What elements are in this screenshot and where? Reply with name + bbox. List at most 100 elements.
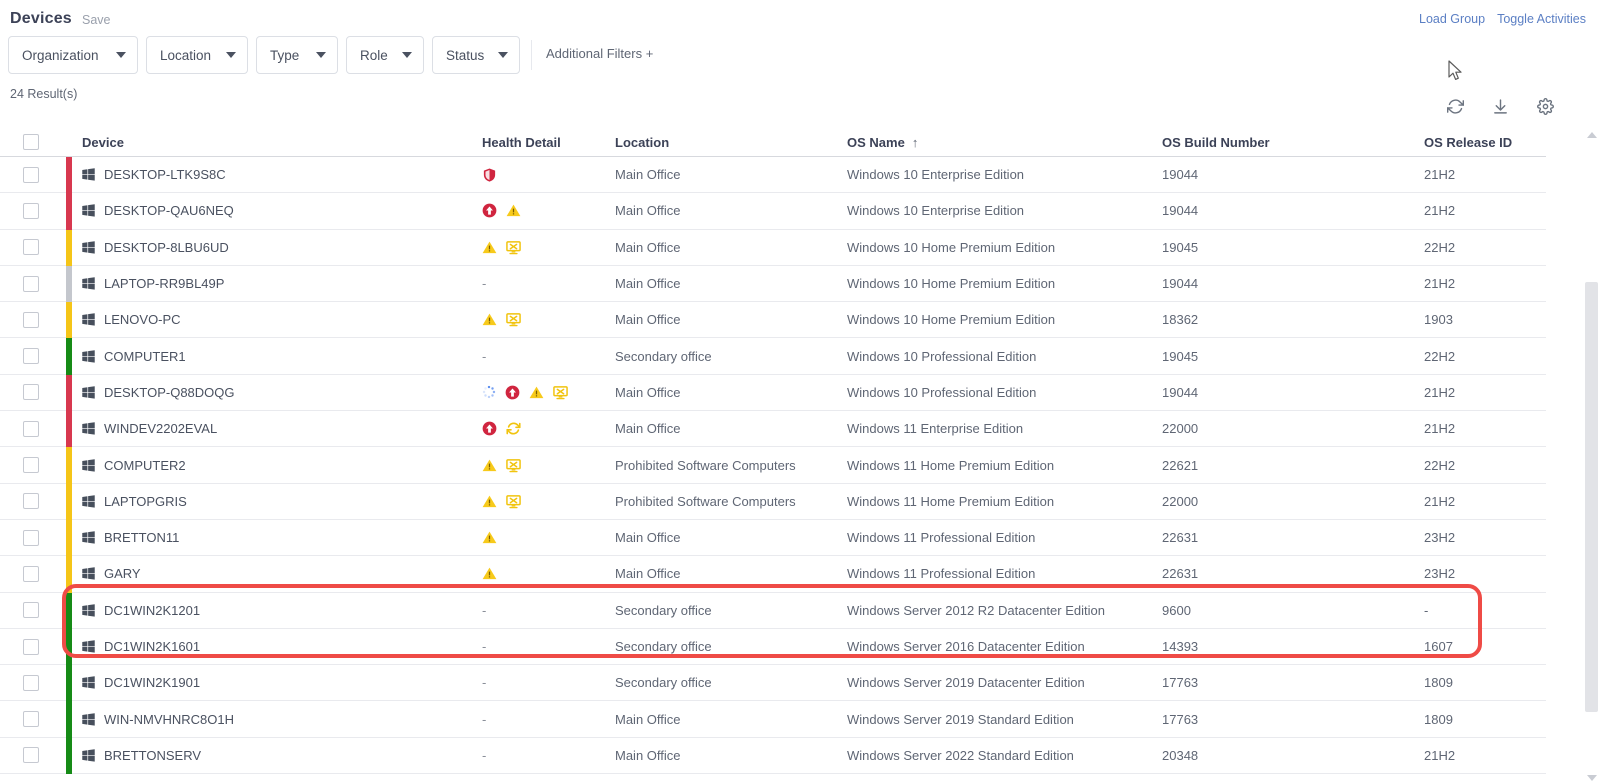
scroll-down-arrow-icon[interactable] — [1587, 775, 1597, 781]
column-header-os-release[interactable]: OS Release ID — [1424, 135, 1544, 150]
filter-chip-location[interactable]: Location — [146, 36, 248, 74]
device-name[interactable]: LAPTOPGRIS — [104, 494, 187, 509]
row-checkbox[interactable] — [23, 602, 39, 618]
location-cell: Main Office — [615, 712, 847, 727]
row-checkbox[interactable] — [23, 203, 39, 219]
row-checkbox[interactable] — [23, 493, 39, 509]
scrollbar-thumb[interactable] — [1585, 282, 1598, 712]
table-row[interactable]: WIN-NMVHNRC8O1H-Main OfficeWindows Serve… — [0, 701, 1546, 737]
row-checkbox[interactable] — [23, 711, 39, 727]
table-row[interactable]: WINDEV2202EVALMain OfficeWindows 11 Ente… — [0, 411, 1546, 447]
device-name[interactable]: DESKTOP-QAU6NEQ — [104, 203, 234, 218]
scroll-up-arrow-icon[interactable] — [1587, 132, 1597, 138]
warning-yellow-icon[interactable] — [482, 566, 497, 581]
load-group-link[interactable]: Load Group — [1419, 12, 1485, 26]
filter-chip-type[interactable]: Type — [256, 36, 338, 74]
device-name[interactable]: COMPUTER1 — [104, 349, 186, 364]
table-row[interactable]: DESKTOP-QAU6NEQMain OfficeWindows 10 Ent… — [0, 193, 1546, 229]
monitor-offline-yellow-icon[interactable] — [506, 458, 521, 473]
vertical-scrollbar[interactable] — [1583, 130, 1600, 783]
row-checkbox[interactable] — [23, 457, 39, 473]
warning-yellow-icon[interactable] — [482, 530, 497, 545]
os-build-cell: 19044 — [1162, 203, 1424, 218]
row-checkbox[interactable] — [23, 276, 39, 292]
table-row[interactable]: BRETTONSERV-Main OfficeWindows Server 20… — [0, 738, 1546, 774]
row-checkbox[interactable] — [23, 239, 39, 255]
column-header-location[interactable]: Location — [615, 135, 847, 150]
update-available-red-icon[interactable] — [505, 385, 520, 400]
column-header-os-name[interactable]: OS Name↑ — [847, 135, 1162, 150]
device-name[interactable]: DC1WIN2K1201 — [104, 603, 200, 618]
row-checkbox[interactable] — [23, 675, 39, 691]
warning-yellow-icon[interactable] — [482, 240, 497, 255]
filter-chip-organization[interactable]: Organization — [8, 36, 138, 74]
device-name[interactable]: LAPTOP-RR9BL49P — [104, 276, 224, 291]
table-row[interactable]: DESKTOP-8LBU6UDMain OfficeWindows 10 Hom… — [0, 230, 1546, 266]
column-header-os-build[interactable]: OS Build Number — [1162, 135, 1424, 150]
save-link[interactable]: Save — [82, 13, 111, 27]
table-row[interactable]: COMPUTER2Prohibited Software ComputersWi… — [0, 447, 1546, 483]
update-available-red-icon[interactable] — [482, 203, 497, 218]
health-detail-cell — [482, 385, 615, 400]
device-name[interactable]: GARY — [104, 566, 141, 581]
table-row[interactable]: GARYMain OfficeWindows 11 Professional E… — [0, 556, 1546, 592]
reboot-required-yellow-icon[interactable] — [506, 421, 521, 436]
table-row[interactable]: LAPTOP-RR9BL49P-Main OfficeWindows 10 Ho… — [0, 266, 1546, 302]
additional-filters-button[interactable]: Additional Filters + — [546, 46, 653, 61]
monitor-offline-yellow-icon[interactable] — [506, 240, 521, 255]
device-name[interactable]: DESKTOP-8LBU6UD — [104, 240, 229, 255]
device-name[interactable]: WIN-NMVHNRC8O1H — [104, 712, 234, 727]
table-row[interactable]: BRETTON11Main OfficeWindows 11 Professio… — [0, 520, 1546, 556]
device-name[interactable]: BRETTON11 — [104, 530, 179, 545]
device-name[interactable]: LENOVO-PC — [104, 312, 181, 327]
device-name[interactable]: DESKTOP-Q88DOQG — [104, 385, 235, 400]
device-name[interactable]: DESKTOP-LTK9S8C — [104, 167, 226, 182]
warning-yellow-icon[interactable] — [529, 385, 544, 400]
sort-ascending-icon[interactable]: ↑ — [912, 135, 919, 150]
table-row[interactable]: DESKTOP-LTK9S8CMain OfficeWindows 10 Ent… — [0, 157, 1546, 193]
warning-yellow-icon[interactable] — [482, 494, 497, 509]
loading-spinner-icon[interactable] — [482, 385, 496, 399]
device-name[interactable]: WINDEV2202EVAL — [104, 421, 217, 436]
download-icon[interactable] — [1492, 98, 1509, 115]
row-checkbox[interactable] — [23, 167, 39, 183]
row-checkbox[interactable] — [23, 566, 39, 582]
toggle-activities-link[interactable]: Toggle Activities — [1497, 12, 1586, 26]
column-header-device[interactable]: Device — [62, 135, 482, 150]
device-name[interactable]: BRETTONSERV — [104, 748, 201, 763]
row-checkbox[interactable] — [23, 348, 39, 364]
table-row[interactable]: DC1WIN2K1901-Secondary officeWindows Ser… — [0, 665, 1546, 701]
device-name[interactable]: COMPUTER2 — [104, 458, 186, 473]
os-build-cell: 22621 — [1162, 458, 1424, 473]
row-checkbox[interactable] — [23, 312, 39, 328]
warning-yellow-icon[interactable] — [506, 203, 521, 218]
row-checkbox[interactable] — [23, 384, 39, 400]
gear-icon[interactable] — [1537, 98, 1554, 115]
filter-chip-status[interactable]: Status — [432, 36, 520, 74]
table-row[interactable]: DC1WIN2K1601-Secondary officeWindows Ser… — [0, 629, 1546, 665]
table-row[interactable]: LENOVO-PCMain OfficeWindows 10 Home Prem… — [0, 302, 1546, 338]
table-row[interactable]: LAPTOPGRISProhibited Software ComputersW… — [0, 484, 1546, 520]
row-checkbox[interactable] — [23, 747, 39, 763]
device-name[interactable]: DC1WIN2K1601 — [104, 639, 200, 654]
update-available-red-icon[interactable] — [482, 421, 497, 436]
monitor-offline-yellow-icon[interactable] — [506, 312, 521, 327]
monitor-offline-yellow-icon[interactable] — [553, 385, 568, 400]
row-checkbox[interactable] — [23, 639, 39, 655]
table-row[interactable]: DC1WIN2K1201-Secondary officeWindows Ser… — [0, 593, 1546, 629]
row-checkbox[interactable] — [23, 421, 39, 437]
column-header-health[interactable]: Health Detail — [482, 135, 615, 150]
refresh-icon[interactable] — [1447, 98, 1464, 115]
os-name-cell: Windows 10 Enterprise Edition — [847, 167, 1162, 182]
table-row[interactable]: COMPUTER1-Secondary officeWindows 10 Pro… — [0, 338, 1546, 374]
device-name[interactable]: DC1WIN2K1901 — [104, 675, 200, 690]
warning-yellow-icon[interactable] — [482, 458, 497, 473]
table-row[interactable]: DESKTOP-Q88DOQGMain OfficeWindows 10 Pro… — [0, 375, 1546, 411]
filter-chip-role[interactable]: Role — [346, 36, 424, 74]
row-checkbox[interactable] — [23, 530, 39, 546]
device-cell: WINDEV2202EVAL — [62, 421, 482, 436]
warning-yellow-icon[interactable] — [482, 312, 497, 327]
monitor-offline-yellow-icon[interactable] — [506, 494, 521, 509]
select-all-checkbox[interactable] — [23, 134, 39, 150]
shield-red-icon[interactable] — [482, 167, 497, 183]
